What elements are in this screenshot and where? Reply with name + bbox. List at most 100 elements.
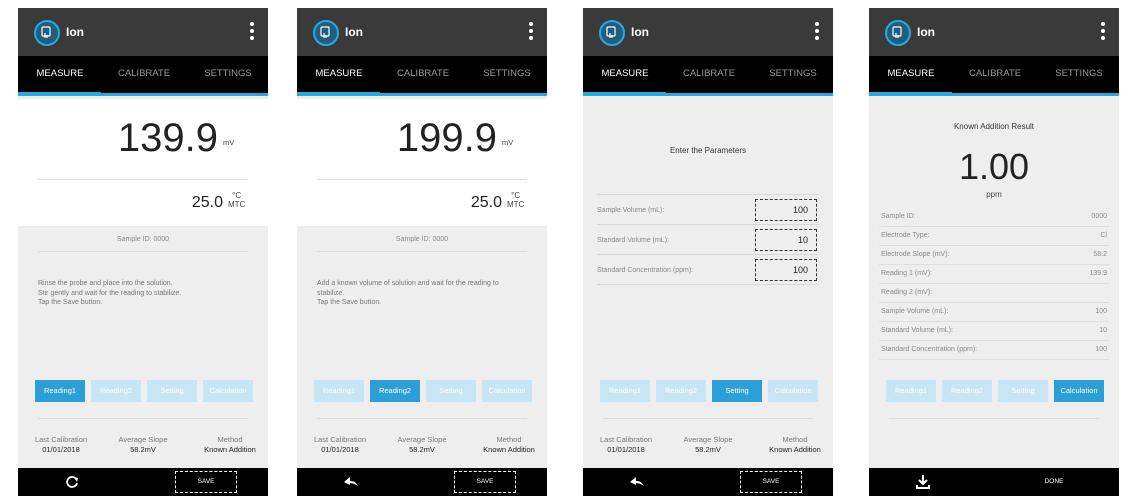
tab-settings[interactable]: SETTINGS — [753, 68, 833, 79]
result-row-value: Cl — [1100, 232, 1107, 239]
method: Method Known Addition — [190, 435, 268, 455]
result-row-value: 139.9 — [1089, 270, 1107, 277]
result-row-label: Electrode Slope (mV): — [881, 251, 950, 258]
param-row-standard-volume: Standard Volume (mL): 10 — [597, 227, 819, 255]
app-title: Ion — [66, 25, 84, 39]
result-row-label: Standard Concentration (ppm): — [881, 346, 978, 353]
step-setting[interactable]: Setting — [712, 380, 762, 402]
standard-concentration-field[interactable]: 100 — [755, 259, 817, 281]
step-bar: Reading1 Reading2 Setting Calculation — [314, 380, 534, 402]
average-slope-label: Average Slope — [397, 435, 447, 444]
overflow-menu-icon[interactable] — [248, 20, 256, 44]
result-unit: ppm — [986, 190, 1002, 199]
step-reading2[interactable]: Reading2 — [942, 380, 992, 402]
step-setting[interactable]: Setting — [426, 380, 476, 402]
step-reading2[interactable]: Reading2 — [656, 380, 706, 402]
tab-settings[interactable]: SETTINGS — [188, 68, 268, 79]
step-bar: Reading1 Reading2 Setting Calculation — [35, 380, 255, 402]
sample-id: Sample ID: 0000 — [395, 236, 449, 243]
result-row: Standard Volume (mL): 10 — [879, 322, 1109, 341]
step-setting[interactable]: Setting — [998, 380, 1048, 402]
tab-calibrate[interactable]: CALIBRATE — [669, 68, 749, 79]
result-row: Electrode Type: Cl — [879, 227, 1109, 246]
step-calculation[interactable]: Calculation — [1054, 380, 1104, 402]
average-slope: Average Slope 58.2mV — [103, 435, 183, 455]
average-slope-value: 58.2mV — [409, 445, 435, 454]
download-icon[interactable] — [914, 473, 932, 491]
app-logo-icon — [885, 20, 911, 46]
average-slope: Average Slope 58.2mV — [668, 435, 748, 455]
result-row-value: 58.2 — [1093, 251, 1107, 258]
step-setting[interactable]: Setting — [147, 380, 197, 402]
temperature-unit: °C MTC — [507, 191, 524, 209]
result-row-label: Reading 2 (mV): — [881, 289, 932, 296]
tab-calibrate[interactable]: CALIBRATE — [955, 68, 1035, 79]
tab-settings[interactable]: SETTINGS — [467, 68, 547, 79]
tab-indicator — [583, 92, 666, 96]
divider — [597, 194, 819, 195]
calibration-info: Last Calibration 01/01/2018 Average Slope… — [583, 435, 833, 465]
tab-bar: MEASURE CALIBRATE SETTINGS — [297, 56, 547, 96]
back-arrow-icon[interactable] — [342, 473, 360, 491]
app-title: Ion — [917, 25, 935, 39]
tab-settings[interactable]: SETTINGS — [1039, 68, 1119, 79]
step-reading1[interactable]: Reading1 — [314, 380, 364, 402]
step-calculation[interactable]: Calculation — [203, 380, 253, 402]
overflow-menu-icon[interactable] — [527, 20, 535, 44]
refresh-icon[interactable] — [63, 473, 81, 491]
step-calculation[interactable]: Calculation — [482, 380, 532, 402]
overflow-menu-icon[interactable] — [1099, 20, 1107, 44]
tab-measure[interactable]: MEASURE — [20, 68, 100, 79]
divider — [317, 251, 527, 252]
tab-bar: MEASURE CALIBRATE SETTINGS — [18, 56, 268, 96]
tab-calibrate[interactable]: CALIBRATE — [104, 68, 184, 79]
tab-bar: MEASURE CALIBRATE SETTINGS — [869, 56, 1119, 96]
tab-measure[interactable]: MEASURE — [585, 68, 665, 79]
temp-unit-label: °C — [511, 191, 521, 200]
calibration-info: Last Calibration 01/01/2018 Average Slope… — [297, 435, 547, 465]
step-reading1[interactable]: Reading1 — [886, 380, 936, 402]
param-row-standard-concentration: Standard Concentration (ppm): 100 — [597, 257, 819, 285]
step-calculation[interactable]: Calculation — [768, 380, 818, 402]
tab-indicator — [18, 92, 101, 96]
overflow-menu-icon[interactable] — [813, 20, 821, 44]
mv-reading: 139.9 — [117, 116, 218, 160]
step-reading2[interactable]: Reading2 — [91, 380, 141, 402]
standard-volume-field[interactable]: 10 — [755, 229, 817, 251]
app-logo-icon — [34, 20, 60, 46]
save-button[interactable]: SAVE — [175, 471, 237, 493]
step-reading1[interactable]: Reading1 — [35, 380, 85, 402]
param-row-sample-volume: Sample Volume (mL): 100 — [597, 197, 819, 225]
step-reading1[interactable]: Reading1 — [600, 380, 650, 402]
temperature-reading: 25.0 — [470, 194, 502, 211]
last-calibration: Last Calibration 01/01/2018 — [300, 435, 380, 455]
save-button[interactable]: SAVE — [740, 471, 802, 493]
app-bar: Ion — [297, 8, 547, 56]
result-row: Sample ID: 0000 — [879, 208, 1109, 227]
result-title: Known Addition Result — [953, 122, 1035, 131]
tab-bar: MEASURE CALIBRATE SETTINGS — [583, 56, 833, 96]
result-row-label: Standard Volume (mL): — [881, 327, 953, 334]
step-bar: Reading1 Reading2 Setting Calculation — [886, 380, 1106, 402]
tab-measure[interactable]: MEASURE — [299, 68, 379, 79]
app-bar: Ion — [18, 8, 268, 56]
method-value: Known Addition — [204, 445, 256, 454]
done-button[interactable]: DONE — [1019, 471, 1089, 493]
instructions: Add a known volume of solution and wait … — [317, 280, 499, 306]
app-logo-icon — [599, 20, 625, 46]
result-row: Reading 2 (mV): — [879, 284, 1109, 303]
back-arrow-icon[interactable] — [628, 473, 646, 491]
method-label: Method — [782, 435, 808, 444]
temp-unit-label: °C — [232, 191, 242, 200]
result-row: Standard Concentration (ppm): 100 — [879, 341, 1109, 360]
result-value: 1.00 — [958, 146, 1030, 187]
mv-unit: mV — [502, 138, 514, 147]
tab-calibrate[interactable]: CALIBRATE — [383, 68, 463, 79]
result-row-label: Reading 1 (mV): — [881, 270, 932, 277]
save-button[interactable]: SAVE — [454, 471, 516, 493]
screen-setting: Ion MEASURE CALIBRATE SETTINGS Enter the… — [583, 8, 833, 496]
temperature-reading: 25.0 — [191, 194, 223, 211]
tab-measure[interactable]: MEASURE — [871, 68, 951, 79]
sample-volume-field[interactable]: 100 — [755, 199, 817, 221]
step-reading2[interactable]: Reading2 — [370, 380, 420, 402]
